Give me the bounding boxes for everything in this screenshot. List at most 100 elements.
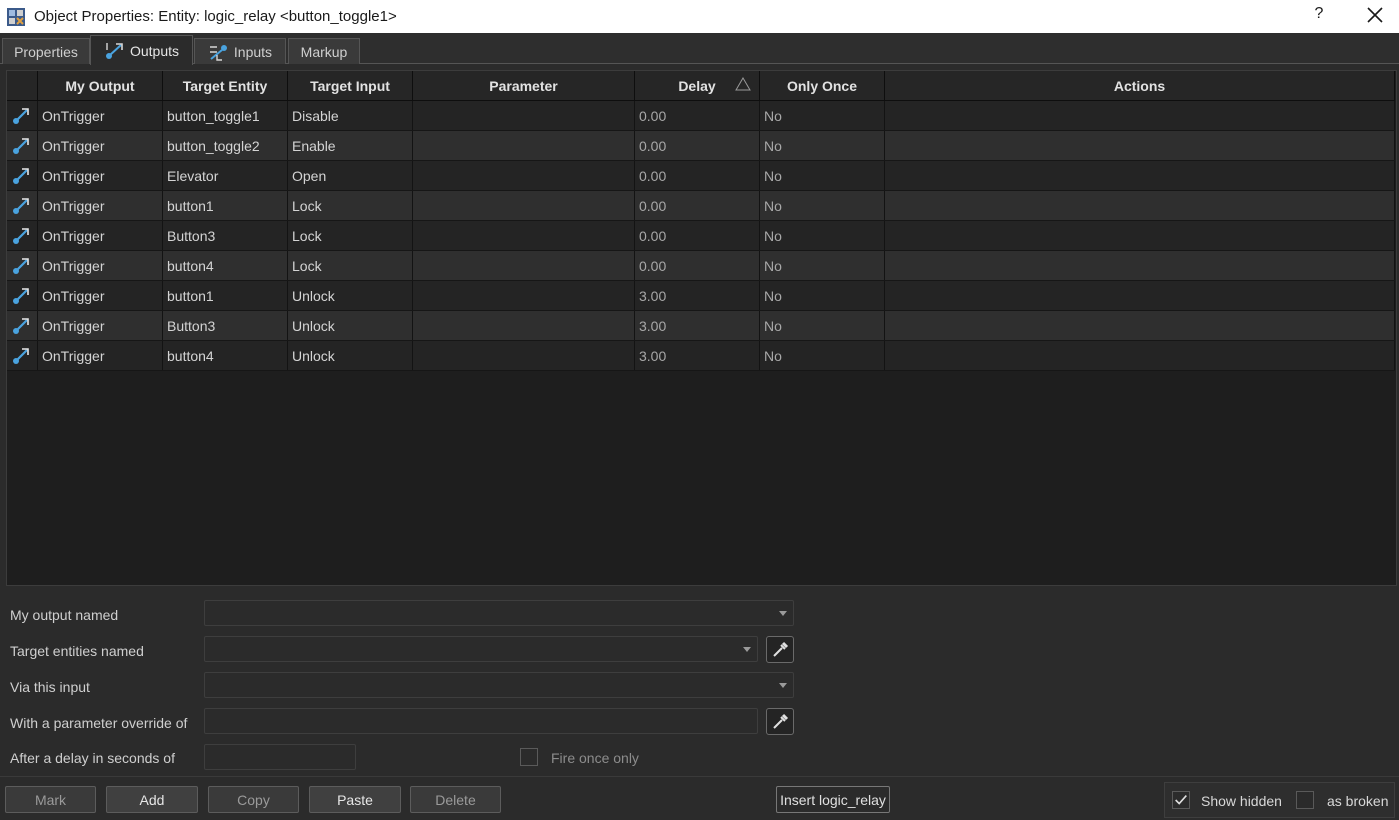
window-title: Object Properties: Entity: logic_relay <… <box>34 8 397 25</box>
row-icon-cell <box>7 131 38 160</box>
table-row[interactable]: OnTrigger Button3 Lock 0.00 No <box>7 221 1395 251</box>
target-named-label: Target entities named <box>10 643 144 659</box>
row-icon-cell <box>7 281 38 310</box>
insert-logic-relay-button[interactable]: Insert logic_relay <box>776 786 890 813</box>
tab-outputs-label: Outputs <box>129 42 180 59</box>
column-header-delay[interactable]: Delay <box>635 71 760 101</box>
cell-input: Disable <box>288 101 413 130</box>
pick-parameter-button[interactable] <box>766 708 794 735</box>
tab-markup[interactable]: Markup <box>288 38 360 64</box>
table-row[interactable]: OnTrigger button_toggle1 Disable 0.00 No <box>7 101 1395 131</box>
tab-outputs[interactable]: Outputs <box>90 35 193 65</box>
cell-actions <box>885 281 1395 310</box>
cell-input: Unlock <box>288 281 413 310</box>
output-connection-icon <box>13 137 29 154</box>
cell-delay: 3.00 <box>635 311 760 340</box>
column-header-target-input[interactable]: Target Input <box>288 71 413 101</box>
cell-input: Enable <box>288 131 413 160</box>
cell-parameter <box>413 311 635 340</box>
table-row[interactable]: OnTrigger button4 Unlock 3.00 No <box>7 341 1395 371</box>
cell-input: Unlock <box>288 341 413 370</box>
column-header-only-once[interactable]: Only Once <box>760 71 885 101</box>
cell-target: button4 <box>163 251 288 280</box>
via-input-combo[interactable] <box>204 672 794 698</box>
show-hidden-checkbox[interactable] <box>1172 791 1190 809</box>
cell-actions <box>885 161 1395 190</box>
cell-actions <box>885 251 1395 280</box>
cell-actions <box>885 341 1395 370</box>
help-button[interactable]: ? <box>1311 5 1327 23</box>
column-header-parameter[interactable]: Parameter <box>413 71 635 101</box>
output-named-combo[interactable] <box>204 600 794 626</box>
tab-inputs[interactable]: Inputs <box>194 38 286 64</box>
cell-actions <box>885 221 1395 250</box>
column-header-actions[interactable]: Actions <box>885 71 1395 101</box>
parameter-override-label: With a parameter override of <box>10 715 188 731</box>
as-broken-checkbox[interactable] <box>1296 791 1314 809</box>
cell-once: No <box>760 341 885 370</box>
delay-input[interactable] <box>204 744 356 770</box>
visibility-options: Show hidden as broken <box>1164 782 1395 818</box>
cell-output: OnTrigger <box>38 101 163 130</box>
row-icon-cell <box>7 191 38 220</box>
chevron-down-icon <box>743 647 751 652</box>
cell-target: button1 <box>163 281 288 310</box>
column-header-label: Actions <box>1113 77 1166 94</box>
cell-output: OnTrigger <box>38 281 163 310</box>
target-named-combo[interactable] <box>204 636 758 662</box>
table-row[interactable]: OnTrigger Elevator Open 0.00 No <box>7 161 1395 191</box>
cell-target: Button3 <box>163 311 288 340</box>
cell-input: Unlock <box>288 311 413 340</box>
cell-delay: 0.00 <box>635 161 760 190</box>
tab-bar: Properties Outputs Inputs Markup <box>0 33 1399 65</box>
cell-delay: 0.00 <box>635 221 760 250</box>
connections-grid[interactable]: My Output Target Entity Target Input Parame… <box>6 70 1397 586</box>
checkmark-icon <box>1175 795 1187 805</box>
copy-button[interactable]: Copy <box>208 786 299 813</box>
cell-output: OnTrigger <box>38 131 163 160</box>
output-connection-icon <box>13 257 29 274</box>
cell-once: No <box>760 161 885 190</box>
cell-delay: 0.00 <box>635 101 760 130</box>
cell-parameter <box>413 191 635 220</box>
output-connection-icon <box>13 227 29 244</box>
tab-markup-label: Markup <box>300 43 348 60</box>
cell-once: No <box>760 131 885 160</box>
mark-button[interactable]: Mark <box>5 786 96 813</box>
header-icon-column <box>7 71 38 101</box>
parameter-override-input[interactable] <box>204 708 758 734</box>
paste-button[interactable]: Paste <box>309 786 401 813</box>
cell-actions <box>885 191 1395 220</box>
column-header-target-entity[interactable]: Target Entity <box>163 71 288 101</box>
cell-parameter <box>413 131 635 160</box>
cell-input: Open <box>288 161 413 190</box>
fire-once-label: Fire once only <box>551 750 639 766</box>
cell-target: button1 <box>163 191 288 220</box>
column-header-my-output[interactable]: My Output <box>38 71 163 101</box>
tab-inputs-label: Inputs <box>233 43 273 60</box>
table-row[interactable]: OnTrigger button1 Unlock 3.00 No <box>7 281 1395 311</box>
cell-once: No <box>760 281 885 310</box>
table-row[interactable]: OnTrigger button4 Lock 0.00 No <box>7 251 1395 281</box>
delete-button[interactable]: Delete <box>410 786 501 813</box>
cell-delay: 3.00 <box>635 281 760 310</box>
add-button[interactable]: Add <box>106 786 198 813</box>
eyedropper-icon <box>773 713 789 729</box>
tab-properties[interactable]: Properties <box>2 38 90 64</box>
fire-once-checkbox[interactable] <box>520 748 538 766</box>
cell-delay: 3.00 <box>635 341 760 370</box>
output-connection-icon <box>13 107 29 124</box>
cell-output: OnTrigger <box>38 341 163 370</box>
cell-input: Lock <box>288 221 413 250</box>
output-connection-icon <box>13 287 29 304</box>
table-row[interactable]: OnTrigger button_toggle2 Enable 0.00 No <box>7 131 1395 161</box>
cell-target: button4 <box>163 341 288 370</box>
pick-target-button[interactable] <box>766 636 794 663</box>
cell-parameter <box>413 341 635 370</box>
table-row[interactable]: OnTrigger Button3 Unlock 3.00 No <box>7 311 1395 341</box>
cell-input: Lock <box>288 251 413 280</box>
close-icon[interactable] <box>1366 6 1384 24</box>
table-row[interactable]: OnTrigger button1 Lock 0.00 No <box>7 191 1395 221</box>
row-icon-cell <box>7 161 38 190</box>
cell-once: No <box>760 101 885 130</box>
